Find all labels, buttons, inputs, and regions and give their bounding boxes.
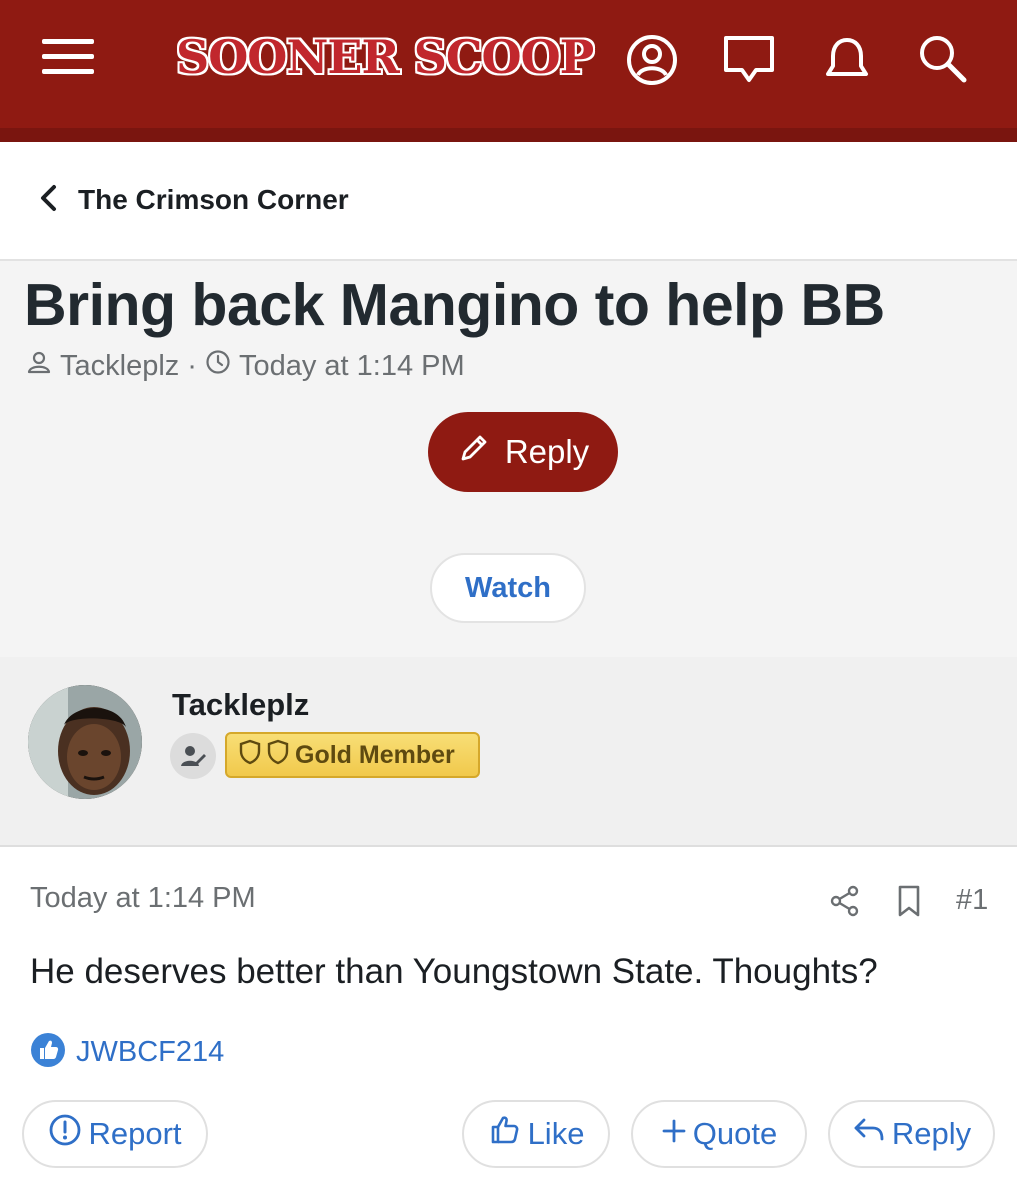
bookmark-icon[interactable] [892, 882, 926, 920]
alerts-icon[interactable] [818, 30, 876, 88]
post-reply-button[interactable]: Reply [828, 1100, 995, 1168]
site-logo[interactable]: SOONER SCOOP [176, 30, 594, 84]
reaction-user[interactable]: JWBCF214 [76, 1036, 224, 1069]
post-body: He deserves better than Youngstown State… [30, 952, 878, 991]
thread-header: Bring back Mangino to help BB Tackleplz … [0, 259, 1017, 657]
badge-label: Gold Member [295, 740, 455, 769]
thread-time[interactable]: Today at 1:14 PM [239, 350, 465, 383]
avatar[interactable] [28, 685, 142, 799]
clock-icon [205, 349, 231, 383]
thumbs-up-icon [488, 1113, 522, 1155]
report-label: Report [88, 1116, 182, 1151]
reply-button[interactable]: Reply [428, 412, 618, 492]
like-button[interactable]: Like [462, 1100, 610, 1168]
like-reaction-icon [30, 1032, 66, 1072]
page-title: Bring back Mangino to help BB [24, 272, 885, 338]
shield-icon [267, 739, 289, 772]
search-icon[interactable] [914, 30, 972, 88]
author-username[interactable]: Tackleplz [172, 687, 309, 723]
meta-separator: · [187, 349, 197, 382]
reply-button-label: Reply [504, 433, 590, 470]
plus-icon [661, 1116, 687, 1152]
site-header: SOONER SCOOP [0, 0, 1017, 142]
report-button[interactable]: Report [22, 1100, 208, 1168]
user-edit-icon [170, 733, 216, 779]
alert-circle-icon [48, 1113, 82, 1155]
account-icon[interactable] [624, 32, 680, 88]
breadcrumb-label: The Crimson Corner [78, 184, 349, 215]
watch-button[interactable]: Watch [430, 553, 586, 623]
menu-icon[interactable] [40, 36, 96, 78]
quote-button[interactable]: Quote [631, 1100, 807, 1168]
gold-member-badge: Gold Member [225, 732, 480, 778]
like-label: Like [527, 1116, 585, 1151]
shield-icon [239, 739, 261, 772]
breadcrumb[interactable]: The Crimson Corner [36, 176, 349, 224]
post-date[interactable]: Today at 1:14 PM [30, 882, 256, 915]
thread-author[interactable]: Tackleplz [60, 350, 179, 383]
share-icon[interactable] [826, 882, 864, 920]
chevron-left-icon [36, 183, 62, 217]
thread-meta: Tackleplz · Today at 1:14 PM [26, 349, 465, 383]
post-author-block: Tackleplz Gold Member [0, 657, 1017, 847]
messages-icon[interactable] [720, 30, 778, 88]
pencil-icon [457, 431, 491, 473]
post-reply-label: Reply [891, 1116, 972, 1151]
post-number[interactable]: #1 [956, 884, 988, 917]
reply-arrow-icon [852, 1115, 886, 1153]
reaction-summary[interactable]: JWBCF214 [30, 1032, 224, 1072]
quote-label: Quote [692, 1116, 778, 1151]
user-icon [26, 349, 52, 383]
